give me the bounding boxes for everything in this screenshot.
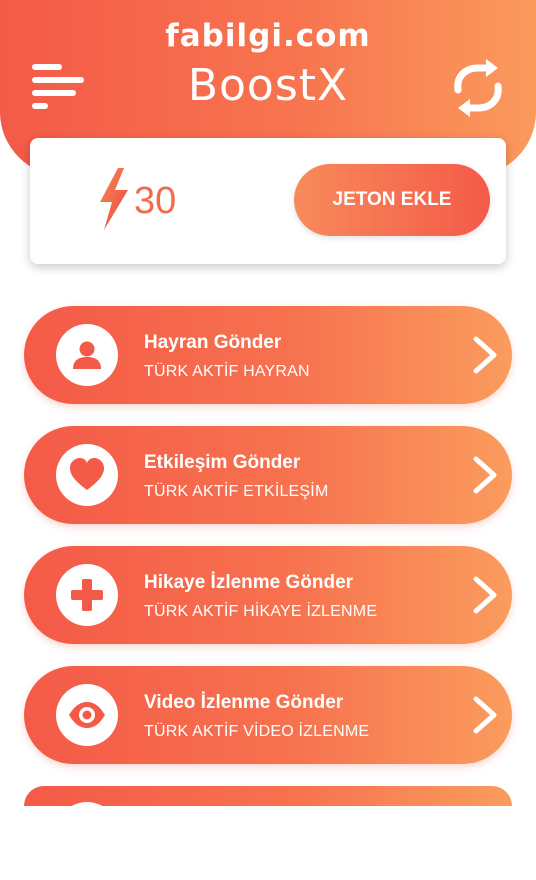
- eye-icon: [69, 702, 105, 728]
- service-title: Hikaye İzlenme Gönder: [144, 572, 354, 593]
- service-item-video[interactable]: Video İzlenme Gönder TÜRK AKTİF VİDEO İZ…: [24, 666, 512, 764]
- refresh-icon: [454, 59, 502, 117]
- service-subtitle: TÜRK AKTİF HİKAYE İZLENME: [144, 603, 378, 620]
- service-icon-circle: [56, 324, 118, 386]
- service-list: Hayran Gönder TÜRK AKTİF HAYRAN Etkileşi…: [24, 306, 512, 786]
- service-title: Etkileşim Gönder: [144, 452, 301, 473]
- chevron-right-icon: [473, 576, 497, 614]
- lightning-bolt-icon: [100, 168, 128, 230]
- service-subtitle: TÜRK AKTİF HAYRAN: [144, 363, 310, 380]
- service-icon-circle: [56, 802, 118, 806]
- chevron-right-icon: [473, 456, 497, 494]
- service-item-hayran[interactable]: Hayran Gönder TÜRK AKTİF HAYRAN: [24, 306, 512, 404]
- heart-icon: [70, 458, 104, 490]
- token-count: 30: [134, 180, 177, 222]
- service-item-hikaye[interactable]: Hikaye İzlenme Gönder TÜRK AKTİF HİKAYE …: [24, 546, 512, 644]
- watermark-text: fabilgi.com: [165, 18, 371, 54]
- add-token-button[interactable]: JETON EKLE: [294, 164, 490, 236]
- service-title: Video İzlenme Gönder: [144, 692, 344, 713]
- token-card: 30 JETON EKLE: [30, 138, 506, 264]
- service-icon-circle: [56, 444, 118, 506]
- chevron-right-icon: [473, 696, 497, 734]
- refresh-button[interactable]: [446, 56, 510, 120]
- service-subtitle: TÜRK AKTİF ETKİLEŞİM: [144, 483, 329, 500]
- user-icon: [73, 341, 101, 369]
- chevron-right-icon: [473, 336, 497, 374]
- service-subtitle: TÜRK AKTİF VİDEO İZLENME: [144, 723, 370, 740]
- service-item-partial[interactable]: [24, 786, 512, 806]
- plus-icon: [71, 579, 103, 611]
- service-item-etkilesim[interactable]: Etkileşim Gönder TÜRK AKTİF ETKİLEŞİM: [24, 426, 512, 524]
- service-icon-circle: [56, 564, 118, 626]
- service-icon-circle: [56, 684, 118, 746]
- service-title: Hayran Gönder: [144, 332, 282, 353]
